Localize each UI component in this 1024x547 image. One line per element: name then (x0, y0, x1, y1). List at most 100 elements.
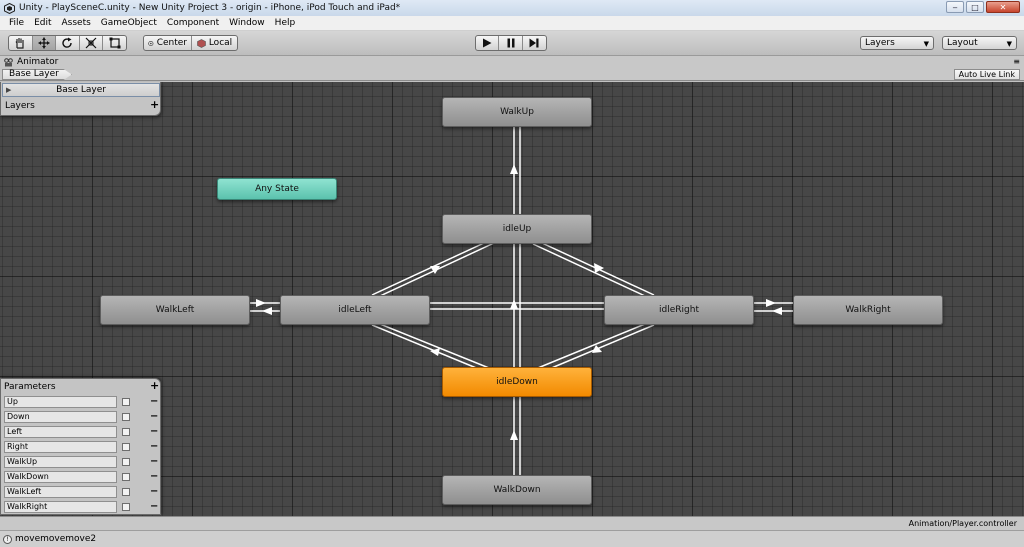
hand-icon (15, 38, 24, 49)
menu-assets[interactable]: Assets (57, 18, 96, 28)
step-icon (529, 38, 539, 48)
transition-arrow-icon (592, 345, 602, 353)
state-idleleft[interactable]: idleLeft (280, 295, 430, 325)
scale-tool-button[interactable] (80, 36, 104, 50)
auto-live-link-toggle[interactable]: Auto Live Link (953, 69, 1020, 80)
menu-component[interactable]: Component (162, 18, 224, 28)
state-walkright[interactable]: WalkRight (793, 295, 943, 325)
parameter-name-field[interactable]: WalkRight (4, 501, 117, 513)
dropdown-arrow-icon: ▼ (923, 40, 929, 48)
parameter-row: Right − (4, 441, 159, 454)
remove-parameter-button[interactable]: − (150, 486, 158, 497)
animator-breadcrumb-row: Base Layer Auto Live Link (0, 68, 1024, 81)
remove-parameter-button[interactable]: − (150, 456, 158, 467)
remove-parameter-button[interactable]: − (150, 396, 158, 407)
transition-arrow-icon (256, 299, 266, 307)
rect-icon (109, 37, 121, 49)
remove-parameter-button[interactable]: − (150, 441, 158, 452)
step-button[interactable] (523, 36, 546, 50)
pivot-local-button[interactable]: Local (192, 36, 237, 50)
menu-file[interactable]: File (4, 18, 29, 28)
breadcrumb-base-layer[interactable]: Base Layer (2, 69, 72, 80)
transition-idleright-idleup[interactable] (532, 243, 646, 297)
menu-gameobject[interactable]: GameObject (96, 18, 162, 28)
state-walkdown[interactable]: WalkDown (442, 475, 592, 505)
pause-button[interactable] (499, 36, 523, 50)
main-toolbar: Center Local Layers ▼ Layout ▼ (0, 31, 1024, 56)
parameters-panel: Parameters + Up − Down − Left − Right − … (0, 378, 161, 515)
transition-idledown-idleleft[interactable] (371, 324, 487, 373)
add-layer-button[interactable]: + (150, 99, 159, 110)
parameter-row: Up − (4, 396, 159, 409)
controller-path: Animation/Player.controller (908, 519, 1017, 528)
pause-icon (507, 38, 515, 48)
layout-dropdown[interactable]: Layout ▼ (942, 36, 1017, 50)
transition-arrow-icon (766, 299, 776, 307)
rect-tool-button[interactable] (103, 36, 126, 50)
transition-idleleft-idledown[interactable] (379, 323, 495, 371)
parameter-row: WalkUp − (4, 456, 159, 469)
rotate-icon (62, 37, 73, 48)
remove-parameter-button[interactable]: − (150, 411, 158, 422)
unity-logo-icon (3, 2, 15, 14)
parameter-bool-checkbox[interactable] (122, 398, 130, 406)
menu-edit[interactable]: Edit (29, 18, 56, 28)
parameter-bool-checkbox[interactable] (122, 488, 130, 496)
parameter-bool-checkbox[interactable] (122, 443, 130, 451)
parameter-name-field[interactable]: Left (4, 426, 117, 438)
animator-icon (4, 57, 13, 66)
dropdown-arrow-icon: ▼ (1006, 40, 1012, 48)
parameter-bool-checkbox[interactable] (122, 428, 130, 436)
add-parameter-button[interactable]: + (150, 380, 159, 391)
minimize-button[interactable]: ‒ (946, 1, 964, 13)
hand-tool-button[interactable] (9, 36, 33, 50)
menu-window[interactable]: Window (224, 18, 270, 28)
close-button[interactable]: ✕ (986, 1, 1020, 13)
animator-tab-title[interactable]: Animator (17, 57, 58, 67)
layer-name: Base Layer (56, 85, 106, 95)
panel-menu-icon[interactable]: ≡ (1013, 57, 1020, 66)
maximize-button[interactable]: □ (966, 1, 984, 13)
remove-parameter-button[interactable]: − (150, 426, 158, 437)
parameter-row: WalkLeft − (4, 486, 159, 499)
parameter-name-field[interactable]: Down (4, 411, 117, 423)
state-idleup[interactable]: idleUp (442, 214, 592, 244)
parameter-name-field[interactable]: Right (4, 441, 117, 453)
state-walkleft[interactable]: WalkLeft (100, 295, 250, 325)
state-idledown[interactable]: idleDown (442, 367, 592, 397)
state-idleright[interactable]: idleRight (604, 295, 754, 325)
parameter-name-field[interactable]: WalkDown (4, 471, 117, 483)
transition-arrow-icon (772, 307, 782, 315)
parameter-bool-checkbox[interactable] (122, 503, 130, 511)
transition-idleleft-idleup[interactable] (371, 242, 485, 296)
parameter-name-field[interactable]: WalkLeft (4, 486, 117, 498)
rotate-tool-button[interactable] (56, 36, 80, 50)
remove-parameter-button[interactable]: − (150, 501, 158, 512)
move-tool-button[interactable] (32, 36, 57, 50)
state-any-state[interactable]: Any State (217, 178, 337, 200)
pivot-center-button[interactable]: Center (144, 36, 192, 50)
console-status-bar[interactable]: ! movemovemove2 (0, 530, 1024, 547)
parameter-bool-checkbox[interactable] (122, 413, 130, 421)
expand-triangle-icon[interactable]: ▶ (6, 86, 11, 94)
pivot-center-label: Center (156, 38, 187, 48)
layer-row-base-layer[interactable]: ▶ Base Layer (2, 83, 160, 97)
move-icon (38, 37, 50, 49)
transition-idledown-idleright[interactable] (532, 323, 646, 371)
remove-parameter-button[interactable]: − (150, 471, 158, 482)
layers-label: Layers (5, 101, 35, 111)
parameter-bool-checkbox[interactable] (122, 458, 130, 466)
layers-dropdown[interactable]: Layers ▼ (860, 36, 934, 50)
layers-panel: ▶ Base Layer Layers + (0, 82, 161, 116)
menu-help[interactable]: Help (270, 18, 301, 28)
parameter-name-field[interactable]: Up (4, 396, 117, 408)
parameter-row: WalkRight − (4, 501, 159, 514)
parameter-bool-checkbox[interactable] (122, 473, 130, 481)
transition-arrow-icon (510, 164, 518, 174)
pivot-toggles: Center Local (143, 35, 238, 51)
state-walkup[interactable]: WalkUp (442, 97, 592, 127)
animator-status-bar: Animation/Player.controller (0, 516, 1024, 530)
play-button[interactable] (476, 36, 500, 50)
console-last-message[interactable]: movemovemove2 (15, 534, 96, 544)
parameter-name-field[interactable]: WalkUp (4, 456, 117, 468)
